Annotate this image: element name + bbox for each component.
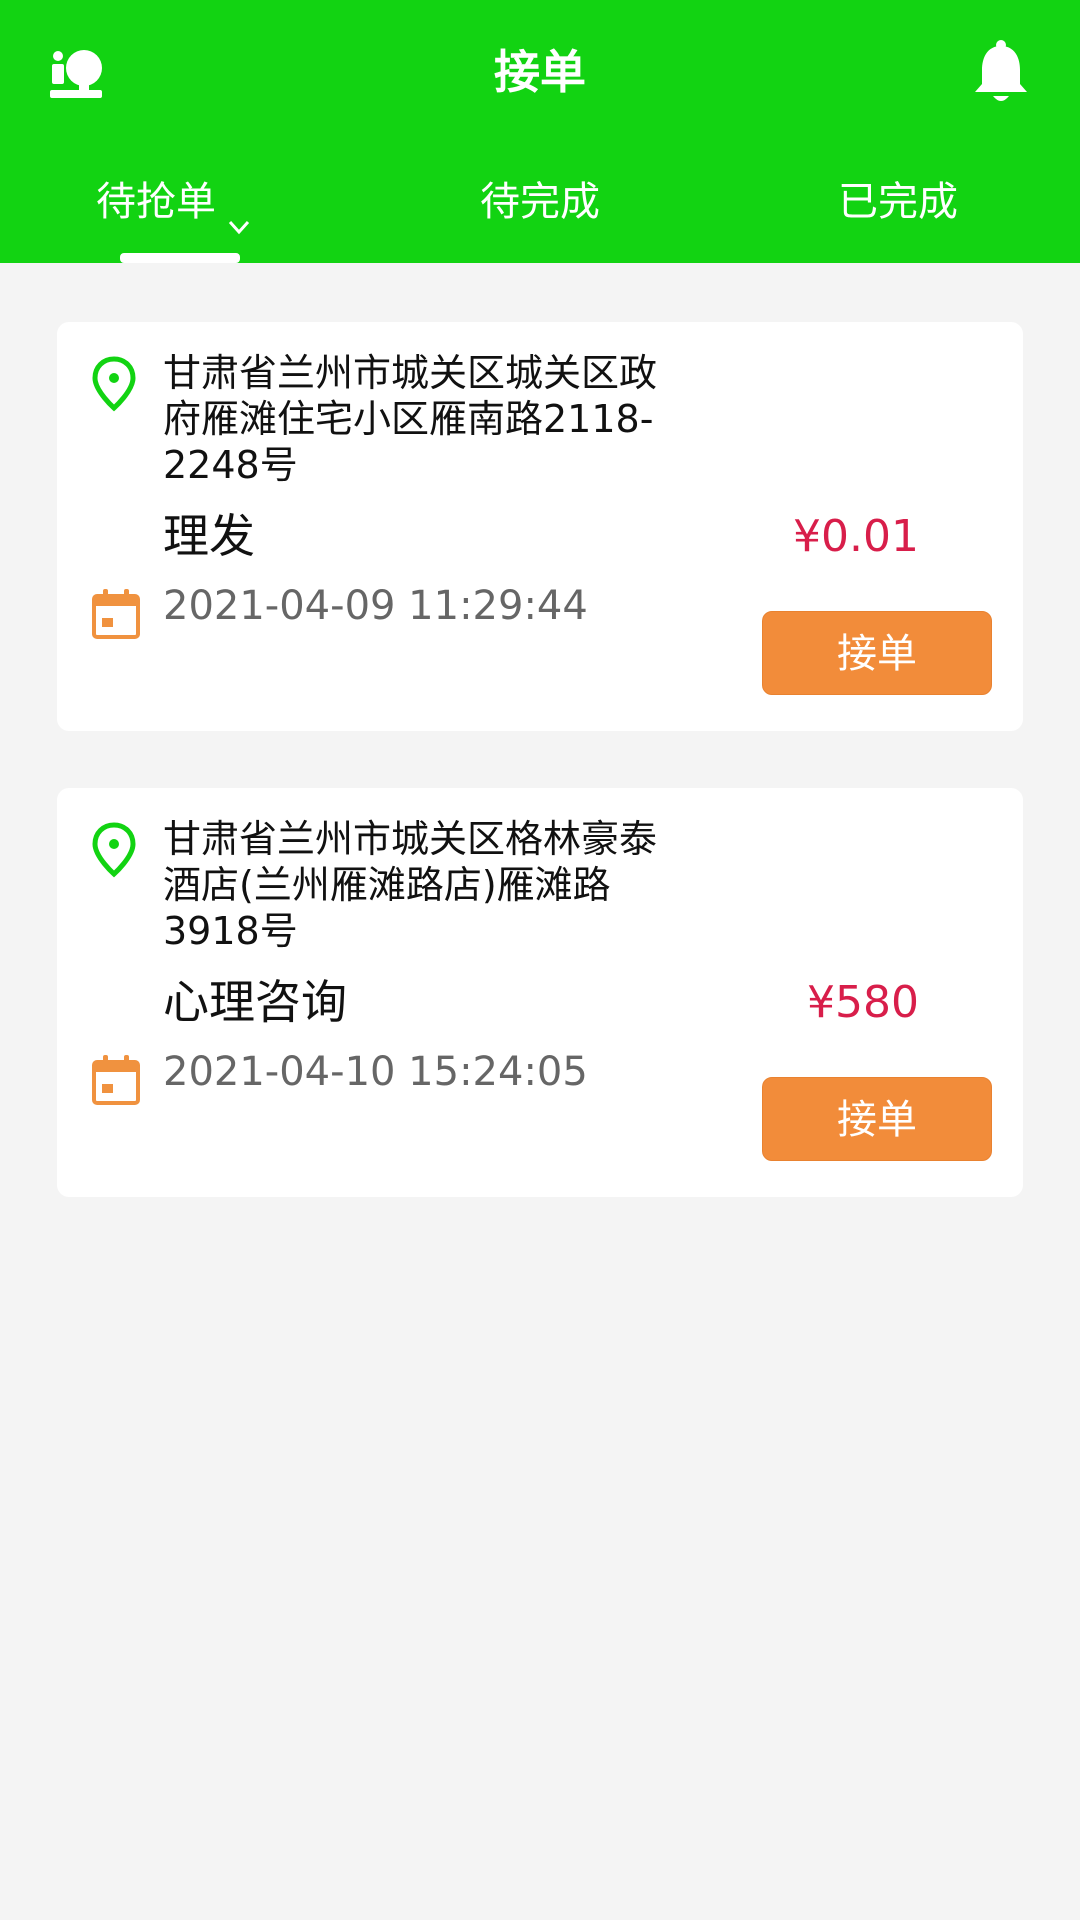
order-datetime: 2021-04-09 11:29:44 bbox=[163, 583, 588, 629]
order-address: 甘肃省兰州市城关区城关区政府雁滩住宅小区雁南路2118-2248号 bbox=[163, 351, 658, 487]
accept-order-button[interactable]: 接单 bbox=[762, 611, 992, 695]
calendar-icon bbox=[91, 588, 141, 640]
tab-label: 已完成 bbox=[838, 179, 958, 225]
service-name: 理发 bbox=[163, 509, 255, 563]
tab-completed[interactable]: 已完成 bbox=[838, 172, 958, 232]
page-title: 接单 bbox=[494, 45, 586, 99]
tab-label: 待完成 bbox=[480, 179, 600, 225]
order-datetime: 2021-04-10 15:24:05 bbox=[163, 1049, 588, 1095]
active-tab-indicator bbox=[120, 253, 240, 263]
order-price: ¥0.01 bbox=[793, 511, 919, 562]
service-name: 心理咨询 bbox=[163, 975, 347, 1029]
order-card: 甘肃省兰州市城关区格林豪泰酒店(兰州雁滩路店)雁滩路3918号 心理咨询 ¥58… bbox=[57, 788, 1023, 1197]
order-price: ¥580 bbox=[807, 977, 919, 1028]
location-pin-icon bbox=[91, 356, 137, 412]
order-address: 甘肃省兰州市城关区格林豪泰酒店(兰州雁滩路店)雁滩路3918号 bbox=[163, 817, 658, 953]
order-card: 甘肃省兰州市城关区城关区政府雁滩住宅小区雁南路2118-2248号 理发 ¥0.… bbox=[57, 322, 1023, 731]
calendar-icon bbox=[91, 1054, 141, 1106]
top-bar: 接单 待抢单 待完成 已完成 bbox=[0, 0, 1080, 263]
bell-icon[interactable] bbox=[972, 40, 1030, 106]
location-pin-icon bbox=[91, 822, 137, 878]
accept-order-button[interactable]: 接单 bbox=[762, 1077, 992, 1161]
